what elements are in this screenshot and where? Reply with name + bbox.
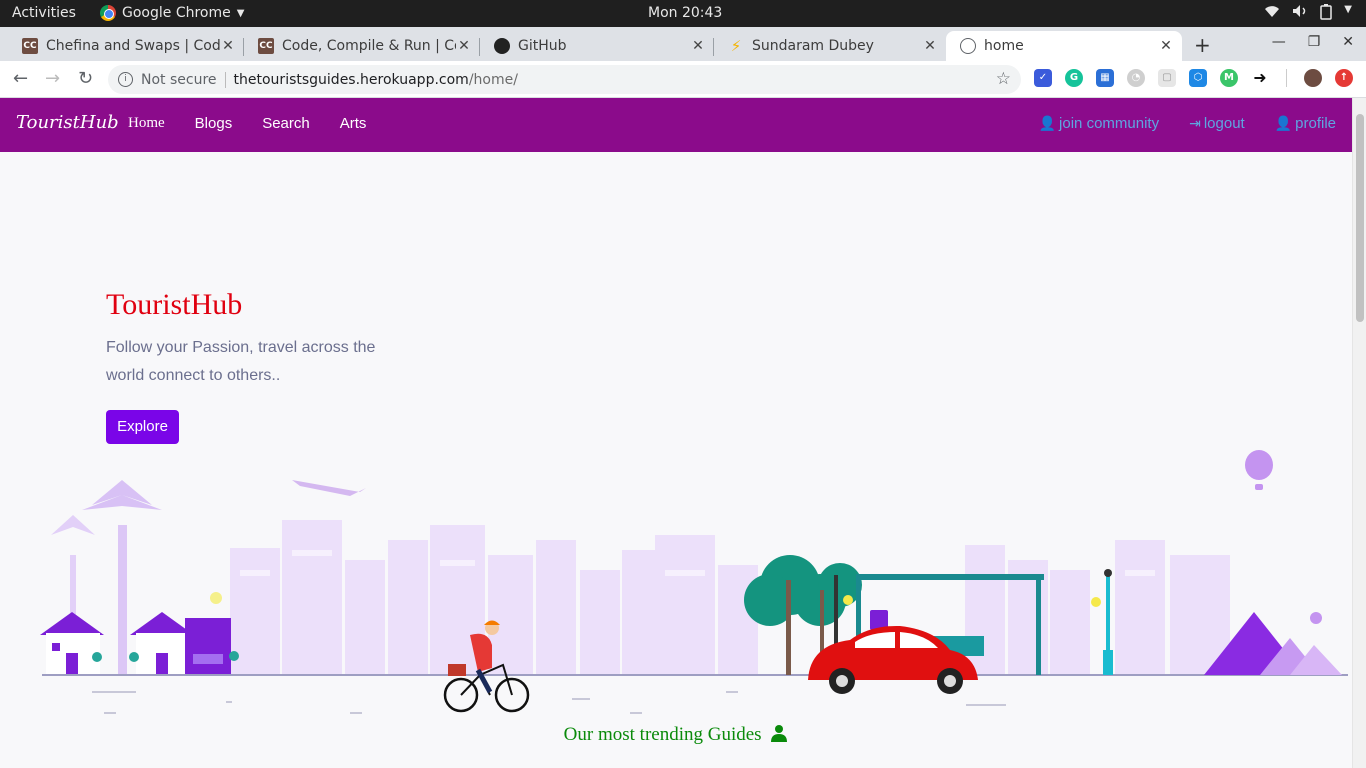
trending-title: Our most trending Guides <box>563 724 762 745</box>
hex-extension-icon[interactable]: ⬡ <box>1189 69 1207 87</box>
nav-arts[interactable]: Arts <box>340 115 367 132</box>
github-icon <box>494 38 510 54</box>
bookmark-star-icon[interactable]: ☆ <box>996 69 1011 89</box>
close-icon[interactable]: ✕ <box>690 38 706 54</box>
url-path: /home/ <box>468 71 518 88</box>
profile-label: profile <box>1295 115 1336 132</box>
tab-title: Chefina and Swaps | Code <box>46 38 220 54</box>
hero-subtitle: Follow your Passion, travel across the w… <box>106 339 376 384</box>
tab-home[interactable]: home ✕ <box>946 31 1182 61</box>
back-button[interactable]: ← <box>13 68 28 89</box>
logout-icon: ⇥ <box>1189 115 1201 131</box>
logout-link[interactable]: ⇥ logout <box>1189 115 1245 132</box>
forward-button[interactable]: → <box>45 68 60 89</box>
nav-home[interactable]: Home <box>128 115 165 132</box>
security-label: Not secure <box>141 71 217 88</box>
volume-icon <box>1292 4 1308 24</box>
join-community-label: join community <box>1059 115 1160 132</box>
site-brand[interactable]: TouristHub <box>16 112 119 133</box>
page-scrollbar[interactable] <box>1352 98 1366 768</box>
update-icon[interactable]: ↑ <box>1335 69 1353 87</box>
tab-strip: CC Chefina and Swaps | Code ✕ CC Code, C… <box>0 27 1366 61</box>
city-illustration <box>40 450 1348 714</box>
chevron-down-icon: ▼ <box>1344 4 1352 15</box>
system-top-bar: Activities Google Chrome ▼ Mon 20:43 ▼ <box>0 0 1366 27</box>
window-controls: — ❐ ✕ <box>1272 34 1354 50</box>
arrow-extension-icon[interactable]: ➜ <box>1251 69 1269 87</box>
tab-github[interactable]: GitHub ✕ <box>480 31 714 61</box>
app-name: Google Chrome <box>122 5 231 21</box>
info-icon[interactable]: i <box>118 72 133 87</box>
tab-chefina[interactable]: CC Chefina and Swaps | Code ✕ <box>8 31 244 61</box>
grid-extension-icon[interactable]: ▦ <box>1096 69 1114 87</box>
globe-icon <box>960 38 976 54</box>
nav-search[interactable]: Search <box>262 115 310 132</box>
profile-link[interactable]: 👤 profile <box>1275 115 1336 132</box>
user-icon: 👤 <box>1038 115 1057 131</box>
tab-compile[interactable]: CC Code, Compile & Run | Co ✕ <box>244 31 480 61</box>
chevron-down-icon: ▼ <box>236 7 245 19</box>
join-community-link[interactable]: 👤 join community <box>1039 115 1159 132</box>
hero-title: TouristHub <box>106 288 243 321</box>
clock[interactable]: Mon 20:43 <box>648 5 722 21</box>
logout-label: logout <box>1203 115 1245 132</box>
site-navbar: TouristHub Home Blogs Search Arts 👤 join … <box>0 98 1352 152</box>
nav-blogs[interactable]: Blogs <box>195 115 233 132</box>
activities-button[interactable]: Activities <box>12 5 76 21</box>
shield-extension-icon[interactable]: ✓ <box>1034 69 1052 87</box>
codechef-icon: CC <box>22 38 38 54</box>
bolt-icon: ⚡ <box>730 37 742 55</box>
explore-button[interactable]: Explore <box>106 410 179 444</box>
scrollbar-thumb[interactable] <box>1356 114 1364 322</box>
user-icon: 👤 <box>1274 115 1293 131</box>
close-icon[interactable]: ✕ <box>1158 38 1174 54</box>
close-icon[interactable]: ✕ <box>220 38 236 54</box>
maximize-icon[interactable]: ❐ <box>1308 34 1321 50</box>
m-extension-icon[interactable]: M <box>1220 69 1238 87</box>
battery-icon <box>1320 4 1333 24</box>
url-host: thetouristsguides.herokuapp.com <box>233 71 469 88</box>
tab-title: Sundaram Dubey <box>752 38 874 54</box>
extensions-bar: ✓ G ▦ ◔ ▢ ⬡ M ➜ ↑ <box>1034 69 1353 87</box>
tab-sundaram[interactable]: ⚡ Sundaram Dubey ✕ <box>714 31 946 61</box>
close-icon[interactable]: ✕ <box>922 38 938 54</box>
app-menu[interactable]: Google Chrome ▼ <box>100 5 244 21</box>
close-window-icon[interactable]: ✕ <box>1342 34 1354 50</box>
wifi-icon <box>1264 4 1280 24</box>
tab-title: Code, Compile & Run | Co <box>282 38 456 54</box>
timer-extension-icon[interactable]: ◔ <box>1127 69 1145 87</box>
trending-guides-heading: Our most trending Guides <box>0 724 1352 748</box>
chrome-icon <box>100 5 116 21</box>
new-tab-button[interactable]: + <box>1194 33 1211 57</box>
tab-title: home <box>984 38 1024 54</box>
nav-links: Home Blogs Search Arts <box>128 115 396 132</box>
tab-title: GitHub <box>518 38 567 54</box>
browser-toolbar: ← → ↻ i Not secure thetouristsguides.her… <box>0 61 1366 98</box>
close-icon[interactable]: ✕ <box>456 38 472 54</box>
grammarly-extension-icon[interactable]: G <box>1065 69 1083 87</box>
blank-extension-icon[interactable]: ▢ <box>1158 69 1176 87</box>
avatar[interactable] <box>1304 69 1322 87</box>
codechef-icon: CC <box>258 38 274 54</box>
system-tray[interactable]: ▼ <box>1264 4 1352 24</box>
nav-right-links: 👤 join community ⇥ logout 👤 profile <box>1039 115 1336 132</box>
address-bar[interactable]: i Not secure thetouristsguides.herokuapp… <box>108 65 1021 94</box>
person-icon <box>770 724 788 748</box>
minimize-icon[interactable]: — <box>1272 34 1286 50</box>
reload-button[interactable]: ↻ <box>78 68 93 89</box>
